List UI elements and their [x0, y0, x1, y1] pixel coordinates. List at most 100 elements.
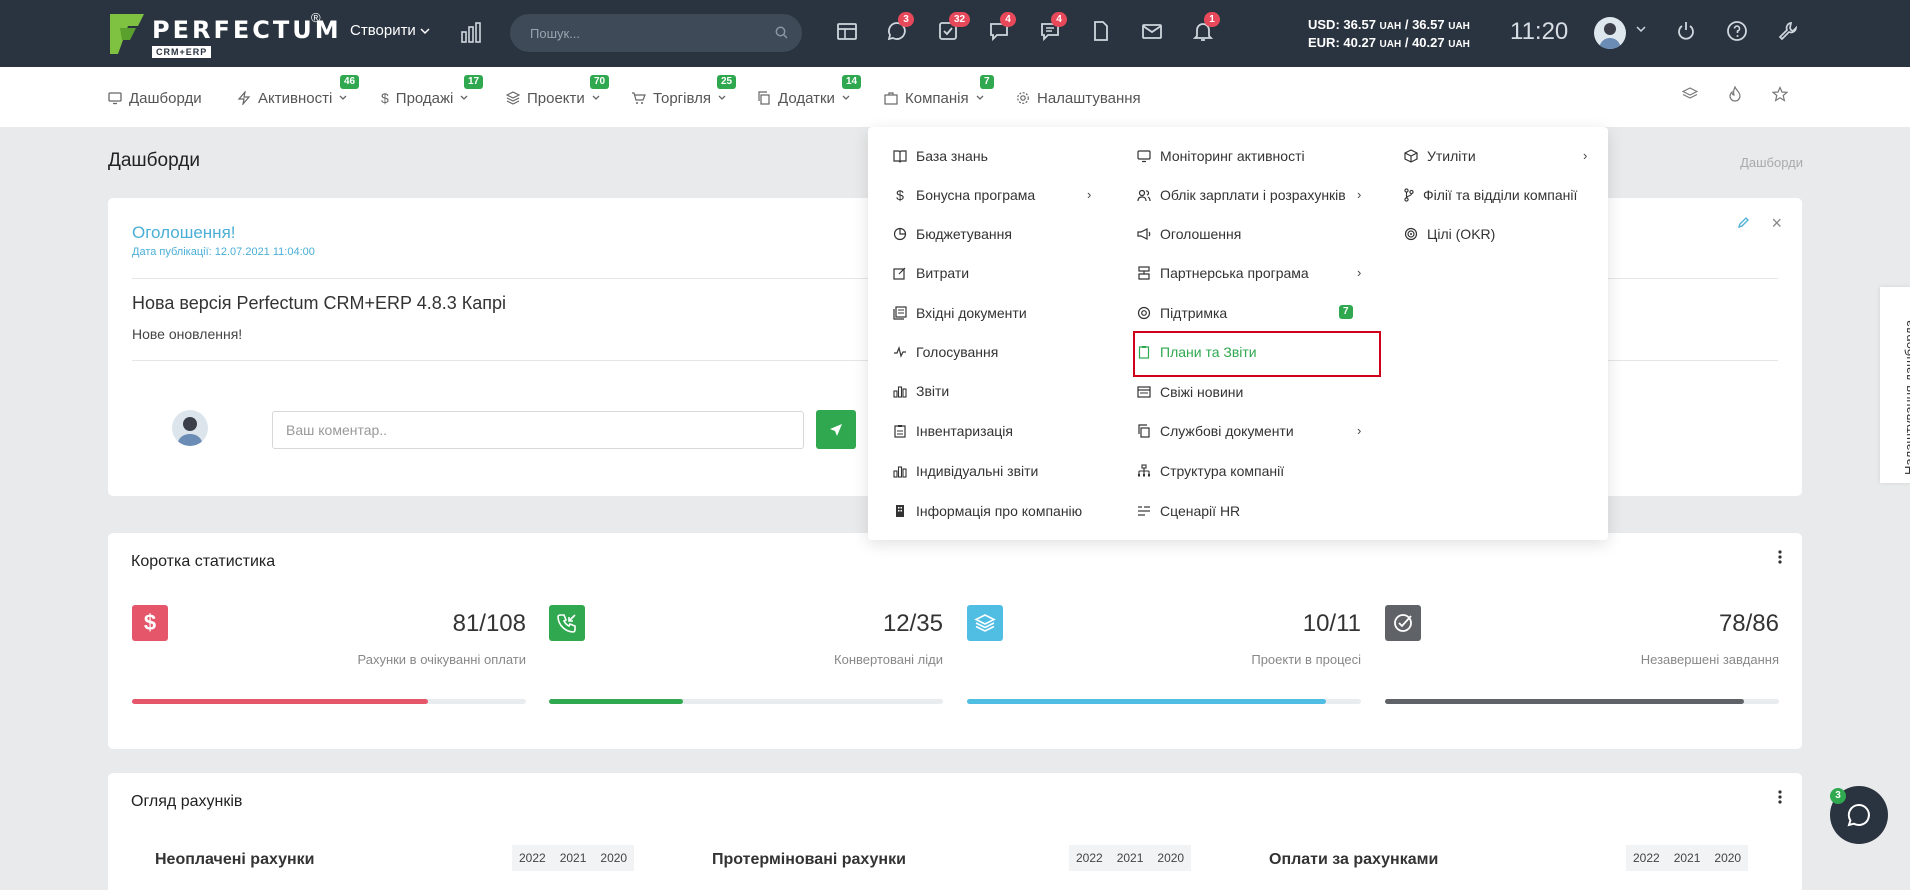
stat-leads[interactable]: 12/35 Конвертовані ліди: [549, 605, 943, 705]
nav-projects[interactable]: Проекти 70: [506, 75, 610, 109]
menu-item-partner-program[interactable]: Партнерська програма: [1137, 261, 1309, 285]
menu-item-announcements[interactable]: Оголошення: [1137, 222, 1241, 246]
clock: 11:20: [1510, 18, 1569, 45]
year-button[interactable]: 2020: [1150, 845, 1191, 871]
stats-chart-button[interactable]: [460, 21, 482, 48]
dollar-icon: $: [132, 605, 168, 641]
year-button[interactable]: 2021: [1667, 845, 1708, 871]
send-icon: [830, 423, 842, 436]
users-icon: [1137, 189, 1151, 202]
chat-badge: 3: [898, 12, 914, 27]
logo[interactable]: PERFECTUM ® CRM+ERP: [108, 10, 339, 58]
menu-item-label: Моніторинг активності: [1160, 148, 1305, 164]
stat-value: 12/35: [882, 610, 943, 637]
file-icon: [1094, 21, 1108, 41]
menu-item-fresh-news[interactable]: Свіжі новини: [1137, 380, 1243, 404]
pencil-icon[interactable]: [1737, 216, 1750, 229]
send-comment-button[interactable]: [816, 410, 856, 449]
menu-item-label: Філії та відділи компанії: [1423, 187, 1578, 203]
menu-item-bonus-program[interactable]: $ Бонусна програма: [893, 183, 1035, 207]
help-button[interactable]: [1726, 20, 1752, 46]
chat-button[interactable]: 3: [886, 12, 914, 46]
menu-item-support[interactable]: Підтримка: [1137, 301, 1227, 325]
create-button[interactable]: Створити: [350, 22, 430, 39]
year-button[interactable]: 2022: [1069, 845, 1110, 871]
comment-input[interactable]: [272, 411, 804, 449]
year-button[interactable]: 2022: [1626, 845, 1667, 871]
highlight-box: [1133, 331, 1381, 377]
breadcrumb[interactable]: Дашборди: [1740, 155, 1803, 170]
menu-item-label: Голосування: [916, 344, 999, 360]
tasks-button[interactable]: 32: [937, 12, 971, 46]
menu-item-inventory[interactable]: Інвентаризація: [893, 419, 1013, 443]
search-icon[interactable]: [775, 26, 788, 39]
year-button[interactable]: 2022: [512, 845, 553, 871]
menu-item-payroll[interactable]: Облік зарплати і розрахунків: [1137, 183, 1346, 207]
lightning-icon: [237, 91, 251, 105]
user-avatar[interactable]: [1594, 17, 1626, 49]
menu-item-incoming-documents[interactable]: Вхідні документи: [893, 301, 1027, 325]
kebab-menu-icon[interactable]: [1778, 789, 1782, 805]
close-icon[interactable]: ×: [1771, 213, 1782, 234]
mail-button[interactable]: [1141, 20, 1167, 46]
kebab-menu-icon[interactable]: [1778, 549, 1782, 565]
chevron-down-icon: [976, 95, 984, 100]
menu-item-branches[interactable]: Філії та відділи компанії: [1404, 183, 1577, 207]
wrench-icon: [1778, 22, 1798, 41]
menu-item-expenses[interactable]: Витрати: [893, 261, 969, 285]
dashboard-settings-tab[interactable]: Налаштування дашборда: [1880, 287, 1910, 483]
menu-item-individual-reports[interactable]: Індивідуальні звіти: [893, 459, 1038, 483]
chevron-right-icon: ›: [1087, 187, 1092, 202]
menu-item-activity-monitoring[interactable]: Моніторинг активності: [1137, 144, 1305, 168]
menu-item-company-structure[interactable]: Структура компанії: [1137, 459, 1284, 483]
menu-item-service-documents[interactable]: Службові документи: [1137, 419, 1294, 443]
search-input[interactable]: [530, 23, 760, 43]
chevron-down-icon: [842, 95, 850, 100]
settings-tools-button[interactable]: [1777, 20, 1803, 46]
target-icon: [1404, 227, 1418, 241]
nav-settings[interactable]: Налаштування: [1016, 87, 1141, 109]
year-button[interactable]: 2021: [553, 845, 594, 871]
chat-badge: 3: [1830, 788, 1846, 804]
favorites-button[interactable]: [1771, 86, 1789, 107]
help-icon: [1727, 21, 1747, 41]
nav-activities[interactable]: Активності 46: [237, 75, 360, 109]
notifications-button[interactable]: 1: [1192, 12, 1220, 46]
nav-sales[interactable]: $ Продажі 17: [381, 75, 484, 109]
stat-projects[interactable]: 10/11 Проекти в процесі: [967, 605, 1361, 705]
menu-item-label: Облік зарплати і розрахунків: [1160, 187, 1346, 203]
calendar-button[interactable]: [836, 20, 862, 46]
building-icon: [896, 505, 904, 517]
messages-button[interactable]: 4: [988, 12, 1016, 46]
menu-item-knowledge-base[interactable]: База знань: [893, 144, 988, 168]
year-button[interactable]: 2020: [1707, 845, 1748, 871]
layers-button[interactable]: [1681, 86, 1699, 107]
nav-trade[interactable]: Торгівля 25: [631, 75, 737, 109]
menu-item-hr-scenarios[interactable]: Сценарії HR: [1137, 499, 1240, 523]
dollar-icon: $: [381, 90, 389, 106]
announcement-title[interactable]: Оголошення!: [132, 223, 236, 243]
page-title: Дашборди: [108, 150, 200, 171]
nav-dashboards[interactable]: Дашборди: [108, 87, 202, 109]
user-menu-chevron-icon[interactable]: [1636, 25, 1646, 33]
menu-item-company-info[interactable]: Інформація про компанію: [893, 499, 1082, 523]
menu-item-budgeting[interactable]: Бюджетування: [893, 222, 1012, 246]
menu-item-utilities[interactable]: Утиліти: [1404, 144, 1476, 168]
year-button[interactable]: 2021: [1110, 845, 1151, 871]
hot-button[interactable]: [1727, 85, 1743, 107]
calendar-table-icon: [837, 23, 857, 40]
documents-button[interactable]: [1090, 20, 1116, 46]
stat-invoices[interactable]: $ 81/108 Рахунки в очікуванні оплати: [132, 605, 526, 705]
menu-item-voting[interactable]: Голосування: [893, 340, 998, 364]
year-button[interactable]: 2020: [593, 845, 634, 871]
comments-button[interactable]: 4: [1039, 12, 1067, 46]
menu-item-okr[interactable]: Цілі (OKR): [1404, 222, 1495, 246]
search-box[interactable]: [510, 14, 802, 52]
menu-item-label: Свіжі новини: [1160, 384, 1244, 400]
phone-incoming-icon: [549, 605, 585, 641]
nav-addons[interactable]: Додатки 14: [757, 75, 862, 109]
menu-item-reports[interactable]: Звіти: [893, 379, 949, 403]
nav-company[interactable]: Компанія 7: [884, 75, 994, 109]
stat-tasks[interactable]: 78/86 Незавершені завдання: [1385, 605, 1779, 705]
logout-button[interactable]: [1675, 20, 1701, 46]
